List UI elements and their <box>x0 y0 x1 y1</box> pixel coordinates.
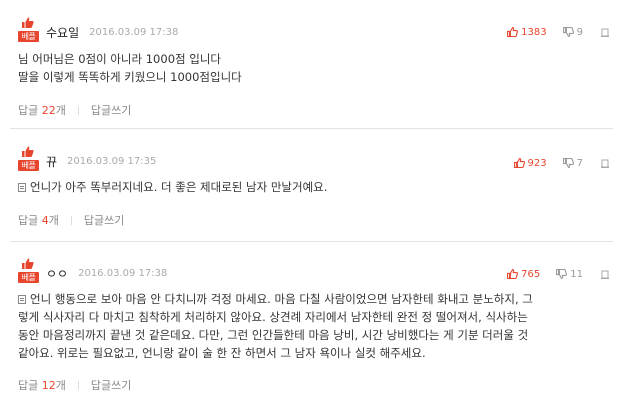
best-thumb-icon <box>22 17 34 28</box>
timestamp: 2016.03.09 17:35 <box>67 155 157 167</box>
comment-text-line: 언니 행동으로 보아 마음 안 다치니까 걱정 마세요. 마음 다칠 사람이었으… <box>18 290 593 308</box>
reply-count: 12 <box>41 379 56 392</box>
dislike-count: 9 <box>576 26 583 38</box>
report-icon[interactable] <box>601 28 609 37</box>
write-reply-link[interactable]: 답글쓰기 <box>91 102 131 118</box>
vote-area: 1383 9 <box>507 22 609 42</box>
reply-unit: 개 <box>55 104 66 117</box>
like-count: 1383 <box>521 26 547 38</box>
like-count: 923 <box>527 157 547 169</box>
write-reply-link[interactable]: 답글쓰기 <box>84 212 124 228</box>
reply-label: 답글 <box>18 214 39 227</box>
comment-text-line: 렇게 식사자리 다 마치고 침착하게 처리하지 않아요. 상견례 자리에서 남자… <box>18 310 528 324</box>
reply-count: 4 <box>41 214 49 227</box>
comment-item: 베플 뀨 2016.03.09 17:35 923 7 언니가 아주 똑부러지네… <box>0 128 623 240</box>
best-label: 베플 <box>18 31 39 42</box>
reply-label: 답글 <box>18 379 39 392</box>
comment-text-line: 딸을 이렇게 똑똑하게 키웠으니 1000점입니다 <box>18 70 242 84</box>
reply-label: 답글 <box>18 104 39 117</box>
best-badge: 베플 <box>18 17 39 42</box>
comment-item: 베플 ㅇㅇ 2016.03.09 17:38 765 11 언니 행동으로 보아… <box>0 241 623 406</box>
like-button[interactable]: 1383 <box>507 26 547 38</box>
comment-meta: 베플 뀨 2016.03.09 17:35 <box>18 146 157 171</box>
nickname[interactable]: ㅇㅇ <box>46 265 68 282</box>
like-count: 765 <box>521 268 541 280</box>
comment-body: 언니가 아주 똑부러지네요. 더 좋은 제대로된 남자 만날거예요. <box>18 178 593 196</box>
comment-text: 언니가 아주 똑부러지네요. 더 좋은 제대로된 남자 만날거예요. <box>30 180 328 194</box>
footer-divider <box>77 380 79 390</box>
reply-count-link[interactable]: 답글 12개 <box>18 377 66 393</box>
comment-text: 언니 행동으로 보아 마음 안 다치니까 걱정 마세요. 마음 다칠 사람이었으… <box>30 292 533 306</box>
footer-divider <box>77 105 79 115</box>
dislike-button[interactable]: 9 <box>562 26 583 38</box>
like-button[interactable]: 765 <box>507 269 540 280</box>
dislike-button[interactable]: 11 <box>556 269 583 280</box>
dislike-count: 7 <box>576 157 583 169</box>
report-icon[interactable] <box>601 270 609 279</box>
vote-area: 923 7 <box>513 153 609 173</box>
comment-text-line: 같아요. 위로는 필요없고, 언니랑 같이 술 한 잔 하면서 그 남자 욕이나… <box>18 346 426 360</box>
reply-count: 22 <box>41 104 56 117</box>
thumbs-down-icon <box>556 269 568 279</box>
best-label: 베플 <box>18 160 39 171</box>
timestamp: 2016.03.09 17:38 <box>89 26 179 38</box>
timestamp: 2016.03.09 17:38 <box>78 267 168 279</box>
comment-meta: 베플 수요일 2016.03.09 17:38 <box>18 17 179 42</box>
reply-unit: 개 <box>55 379 66 392</box>
vote-area: 765 11 <box>507 264 609 284</box>
write-reply-link[interactable]: 답글쓰기 <box>91 377 131 393</box>
comment-body: 언니 행동으로 보아 마음 안 다치니까 걱정 마세요. 마음 다칠 사람이었으… <box>18 290 593 362</box>
best-comment-list: 베플 수요일 2016.03.09 17:38 1383 9 님 어머님은 0점… <box>0 0 623 406</box>
like-button[interactable]: 923 <box>513 157 547 169</box>
comment-text-line: 님 어머님은 0점이 아니라 1000점 입니다 <box>18 52 221 66</box>
dislike-count: 11 <box>570 268 583 280</box>
document-icon <box>18 295 26 304</box>
best-label: 베플 <box>18 272 39 283</box>
thumbs-up-icon <box>507 269 519 279</box>
thumbs-down-icon <box>562 158 574 168</box>
comment-item: 베플 수요일 2016.03.09 17:38 1383 9 님 어머님은 0점… <box>0 0 623 125</box>
best-badge: 베플 <box>18 258 39 283</box>
footer-divider <box>70 215 72 225</box>
nickname[interactable]: 수요일 <box>46 24 79 41</box>
best-thumb-icon <box>22 258 34 269</box>
document-icon <box>18 183 26 192</box>
comment-footer: 답글 22개 답글쓰기 <box>18 102 131 118</box>
comment-text-line: 동안 마음정리까지 끝낸 것 같은데요. 다만, 그런 인간들한테 마음 낭비,… <box>18 328 529 342</box>
report-icon[interactable] <box>601 159 609 168</box>
reply-count-link[interactable]: 답글 4개 <box>18 212 59 228</box>
reply-count-link[interactable]: 답글 22개 <box>18 102 66 118</box>
best-thumb-icon <box>22 146 34 157</box>
thumbs-down-icon <box>562 27 574 37</box>
thumbs-up-icon <box>507 27 519 37</box>
comment-meta: 베플 ㅇㅇ 2016.03.09 17:38 <box>18 258 168 283</box>
comment-text-line: 언니가 아주 똑부러지네요. 더 좋은 제대로된 남자 만날거예요. <box>18 178 593 196</box>
dislike-button[interactable]: 7 <box>562 157 583 169</box>
comment-footer: 답글 12개 답글쓰기 <box>18 377 131 393</box>
reply-unit: 개 <box>48 214 59 227</box>
comment-body: 님 어머님은 0점이 아니라 1000점 입니다 딸을 이렇게 똑똑하게 키웠으… <box>18 50 593 86</box>
nickname[interactable]: 뀨 <box>46 153 57 170</box>
best-badge: 베플 <box>18 146 39 171</box>
comment-footer: 답글 4개 답글쓰기 <box>18 212 124 228</box>
thumbs-up-icon <box>513 158 525 168</box>
